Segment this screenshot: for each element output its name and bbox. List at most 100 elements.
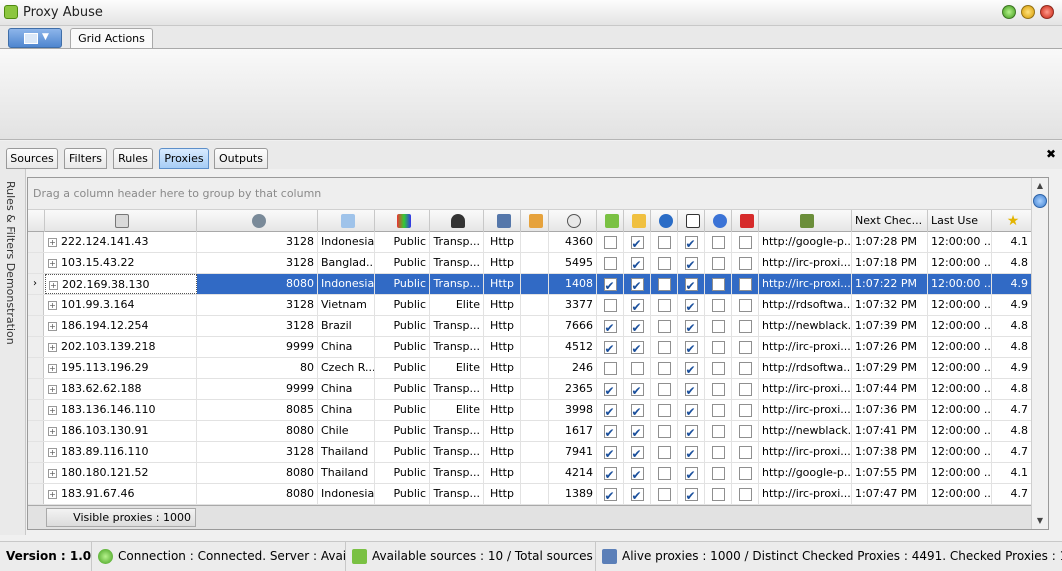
checkbox[interactable] bbox=[738, 256, 752, 270]
cell-next-check[interactable]: 1:07:38 PM bbox=[852, 442, 928, 462]
cell-url[interactable]: http://google-p... bbox=[759, 232, 852, 252]
checkbox[interactable] bbox=[711, 445, 725, 459]
checkbox[interactable] bbox=[738, 361, 752, 375]
cell-anonymity[interactable]: Transp... bbox=[430, 463, 484, 483]
checkbox[interactable] bbox=[630, 381, 644, 399]
checkbox[interactable] bbox=[630, 361, 644, 375]
cell-rating[interactable]: 4.8 bbox=[992, 379, 1032, 399]
row-selector[interactable] bbox=[28, 400, 44, 420]
checkbox[interactable] bbox=[603, 444, 617, 462]
cell-last-use[interactable]: 12:00:00 ... bbox=[928, 253, 992, 273]
cell-latency[interactable]: 246 bbox=[549, 358, 597, 378]
cell-visibility[interactable]: Public bbox=[375, 484, 430, 504]
cell-ip[interactable]: +186.194.12.254 bbox=[45, 316, 197, 336]
cell-url[interactable]: http://rdsoftwa... bbox=[759, 358, 852, 378]
cell-rating[interactable]: 4.9 bbox=[992, 274, 1032, 294]
cell-tag[interactable] bbox=[521, 400, 549, 420]
cell-latency[interactable]: 7941 bbox=[549, 442, 597, 462]
checkbox[interactable] bbox=[603, 465, 617, 483]
checkbox[interactable] bbox=[711, 340, 725, 354]
cell-ip[interactable]: +183.91.67.46 bbox=[45, 484, 197, 504]
checkbox[interactable] bbox=[657, 319, 671, 333]
table-row[interactable]: +183.89.116.110 3128 Thailand Public Transp.… bbox=[28, 442, 1032, 463]
cell-visibility[interactable]: Public bbox=[375, 295, 430, 315]
cell-next-check[interactable]: 1:07:22 PM bbox=[852, 274, 928, 294]
row-selector[interactable] bbox=[28, 232, 44, 252]
checkbox[interactable] bbox=[630, 255, 644, 273]
checkbox[interactable] bbox=[603, 486, 617, 504]
cell-next-check[interactable]: 1:07:28 PM bbox=[852, 232, 928, 252]
cell-ip[interactable]: +183.89.116.110 bbox=[45, 442, 197, 462]
cell-url[interactable]: http://newblack... bbox=[759, 316, 852, 336]
row-selector[interactable] bbox=[28, 463, 44, 483]
header-check-6[interactable] bbox=[732, 210, 759, 232]
cell-visibility[interactable]: Public bbox=[375, 358, 430, 378]
checkbox[interactable] bbox=[711, 403, 725, 417]
cell-type[interactable]: Http bbox=[484, 316, 521, 336]
checkbox[interactable] bbox=[630, 465, 644, 483]
cell-last-use[interactable]: 12:00:00 ... bbox=[928, 316, 992, 336]
tab-rules[interactable]: Rules bbox=[113, 148, 153, 169]
table-row[interactable]: +103.15.43.22 3128 Banglad... Public Transp.… bbox=[28, 253, 1032, 274]
header-type[interactable] bbox=[484, 210, 521, 232]
checkbox[interactable] bbox=[684, 297, 698, 315]
checkbox[interactable] bbox=[630, 276, 644, 294]
checkbox[interactable] bbox=[603, 235, 617, 249]
scroll-up-icon[interactable]: ▲ bbox=[1033, 179, 1047, 193]
checkbox[interactable] bbox=[630, 444, 644, 462]
cell-anonymity[interactable]: Transp... bbox=[430, 484, 484, 504]
checkbox[interactable] bbox=[711, 361, 725, 375]
checkbox[interactable] bbox=[657, 340, 671, 354]
header-check-2[interactable] bbox=[624, 210, 651, 232]
expand-row-icon[interactable]: + bbox=[48, 468, 57, 478]
checkbox[interactable] bbox=[630, 297, 644, 315]
expand-row-icon[interactable]: + bbox=[48, 384, 57, 394]
checkbox[interactable] bbox=[684, 360, 698, 378]
cell-last-use[interactable]: 12:00:00 ... bbox=[928, 358, 992, 378]
cell-type[interactable]: Http bbox=[484, 379, 521, 399]
cell-latency[interactable]: 1408 bbox=[549, 274, 597, 294]
checkbox[interactable] bbox=[603, 423, 617, 441]
cell-ip[interactable]: +202.169.38.130 bbox=[45, 274, 197, 294]
cell-ip[interactable]: +202.103.139.218 bbox=[45, 337, 197, 357]
checkbox[interactable] bbox=[684, 486, 698, 504]
cell-last-use[interactable]: 12:00:00 ... bbox=[928, 400, 992, 420]
cell-type[interactable]: Http bbox=[484, 232, 521, 252]
cell-last-use[interactable]: 12:00:00 ... bbox=[928, 379, 992, 399]
cell-last-use[interactable]: 12:00:00 ... bbox=[928, 232, 992, 252]
cell-country[interactable]: China bbox=[318, 379, 375, 399]
cell-ip[interactable]: +103.15.43.22 bbox=[45, 253, 197, 273]
header-port[interactable] bbox=[197, 210, 318, 232]
checkbox[interactable] bbox=[738, 298, 752, 312]
header-tag[interactable] bbox=[521, 210, 549, 232]
checkbox[interactable] bbox=[738, 466, 752, 480]
cell-visibility[interactable]: Public bbox=[375, 337, 430, 357]
cell-rating[interactable]: 4.8 bbox=[992, 316, 1032, 336]
cell-rating[interactable]: 4.7 bbox=[992, 400, 1032, 420]
checkbox[interactable] bbox=[684, 255, 698, 273]
cell-next-check[interactable]: 1:07:39 PM bbox=[852, 316, 928, 336]
checkbox[interactable] bbox=[738, 235, 752, 249]
cell-visibility[interactable]: Public bbox=[375, 232, 430, 252]
checkbox[interactable] bbox=[603, 318, 617, 336]
cell-type[interactable]: Http bbox=[484, 484, 521, 504]
tab-filters[interactable]: Filters bbox=[64, 148, 107, 169]
checkbox[interactable] bbox=[711, 256, 725, 270]
cell-port[interactable]: 8080 bbox=[197, 421, 318, 441]
cell-next-check[interactable]: 1:07:18 PM bbox=[852, 253, 928, 273]
close-panel-icon[interactable]: ✖ bbox=[1046, 147, 1056, 161]
checkbox[interactable] bbox=[684, 276, 698, 294]
vertical-scrollbar[interactable]: ▲ ▼ bbox=[1031, 178, 1048, 529]
cell-country[interactable]: China bbox=[318, 400, 375, 420]
cell-visibility[interactable]: Public bbox=[375, 442, 430, 462]
cell-next-check[interactable]: 1:07:41 PM bbox=[852, 421, 928, 441]
row-selector[interactable] bbox=[28, 421, 44, 441]
cell-country[interactable]: Vietnam bbox=[318, 295, 375, 315]
cell-last-use[interactable]: 12:00:00 ... bbox=[928, 442, 992, 462]
checkbox[interactable] bbox=[684, 339, 698, 357]
checkbox[interactable] bbox=[684, 234, 698, 252]
cell-anonymity[interactable]: Transp... bbox=[430, 379, 484, 399]
checkbox[interactable] bbox=[603, 256, 617, 270]
row-selector[interactable] bbox=[28, 337, 44, 357]
table-row[interactable]: +202.103.139.218 9999 China Public Transp...… bbox=[28, 337, 1032, 358]
